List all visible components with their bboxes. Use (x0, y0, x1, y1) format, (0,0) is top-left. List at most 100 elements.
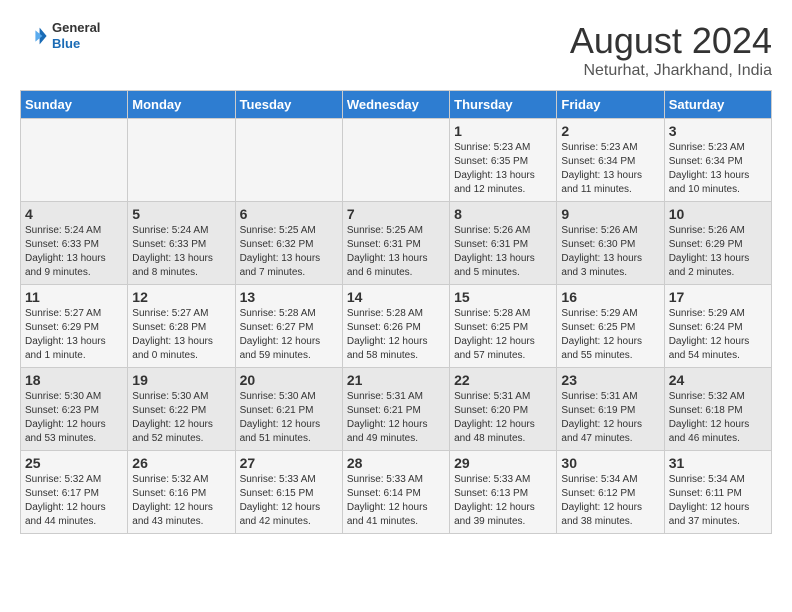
calendar: SundayMondayTuesdayWednesdayThursdayFrid… (20, 90, 772, 534)
day-info: Sunrise: 5:29 AM Sunset: 6:24 PM Dayligh… (669, 307, 767, 363)
day-number: 17 (669, 289, 767, 305)
day-info: Sunrise: 5:34 AM Sunset: 6:12 PM Dayligh… (561, 473, 659, 529)
title-area: August 2024 Neturhat, Jharkhand, India (570, 20, 772, 80)
calendar-cell: 25 Sunrise: 5:32 AM Sunset: 6:17 PM Dayli… (21, 451, 128, 534)
day-info: Sunrise: 5:25 AM Sunset: 6:32 PM Dayligh… (240, 224, 338, 280)
calendar-cell (21, 119, 128, 202)
calendar-cell: 23 Sunrise: 5:31 AM Sunset: 6:19 PM Dayli… (557, 368, 664, 451)
day-info: Sunrise: 5:31 AM Sunset: 6:20 PM Dayligh… (454, 390, 552, 446)
day-info: Sunrise: 5:32 AM Sunset: 6:18 PM Dayligh… (669, 390, 767, 446)
calendar-cell: 21 Sunrise: 5:31 AM Sunset: 6:21 PM Dayli… (342, 368, 449, 451)
day-number: 30 (561, 455, 659, 471)
calendar-header-wednesday: Wednesday (342, 91, 449, 119)
calendar-week-row: 25 Sunrise: 5:32 AM Sunset: 6:17 PM Dayli… (21, 451, 772, 534)
calendar-cell: 20 Sunrise: 5:30 AM Sunset: 6:21 PM Dayli… (235, 368, 342, 451)
main-title: August 2024 (570, 20, 772, 62)
calendar-cell: 22Sunrise: 5:31 AM Sunset: 6:20 PM Dayli… (450, 368, 557, 451)
calendar-cell: 9 Sunrise: 5:26 AM Sunset: 6:30 PM Daylig… (557, 202, 664, 285)
day-info: Sunrise: 5:23 AM Sunset: 6:35 PM Dayligh… (454, 141, 552, 197)
calendar-cell: 26Sunrise: 5:32 AM Sunset: 6:16 PM Dayli… (128, 451, 235, 534)
day-info: Sunrise: 5:24 AM Sunset: 6:33 PM Dayligh… (25, 224, 123, 280)
day-number: 2 (561, 123, 659, 139)
calendar-cell: 10 Sunrise: 5:26 AM Sunset: 6:29 PM Dayli… (664, 202, 771, 285)
day-info: Sunrise: 5:33 AM Sunset: 6:15 PM Dayligh… (240, 473, 338, 529)
day-info: Sunrise: 5:23 AM Sunset: 6:34 PM Dayligh… (561, 141, 659, 197)
day-number: 4 (25, 206, 123, 222)
day-number: 23 (561, 372, 659, 388)
day-number: 10 (669, 206, 767, 222)
calendar-header-monday: Monday (128, 91, 235, 119)
day-info: Sunrise: 5:34 AM Sunset: 6:11 PM Dayligh… (669, 473, 767, 529)
calendar-week-row: 1Sunrise: 5:23 AM Sunset: 6:35 PM Daylig… (21, 119, 772, 202)
calendar-header-tuesday: Tuesday (235, 91, 342, 119)
day-info: Sunrise: 5:24 AM Sunset: 6:33 PM Dayligh… (132, 224, 230, 280)
day-info: Sunrise: 5:30 AM Sunset: 6:23 PM Dayligh… (25, 390, 123, 446)
day-number: 20 (240, 372, 338, 388)
logo-text: General Blue (52, 20, 100, 51)
day-number: 27 (240, 455, 338, 471)
day-info: Sunrise: 5:32 AM Sunset: 6:17 PM Dayligh… (25, 473, 123, 529)
day-info: Sunrise: 5:29 AM Sunset: 6:25 PM Dayligh… (561, 307, 659, 363)
day-info: Sunrise: 5:30 AM Sunset: 6:21 PM Dayligh… (240, 390, 338, 446)
day-number: 14 (347, 289, 445, 305)
calendar-cell (342, 119, 449, 202)
calendar-cell: 14 Sunrise: 5:28 AM Sunset: 6:26 PM Dayli… (342, 285, 449, 368)
day-info: Sunrise: 5:28 AM Sunset: 6:25 PM Dayligh… (454, 307, 552, 363)
day-number: 11 (25, 289, 123, 305)
day-number: 29 (454, 455, 552, 471)
calendar-cell: 18 Sunrise: 5:30 AM Sunset: 6:23 PM Dayli… (21, 368, 128, 451)
calendar-cell: 4 Sunrise: 5:24 AM Sunset: 6:33 PM Daylig… (21, 202, 128, 285)
calendar-cell: 6 Sunrise: 5:25 AM Sunset: 6:32 PM Daylig… (235, 202, 342, 285)
calendar-cell: 15 Sunrise: 5:28 AM Sunset: 6:25 PM Dayli… (450, 285, 557, 368)
day-info: Sunrise: 5:32 AM Sunset: 6:16 PM Dayligh… (132, 473, 230, 529)
day-number: 7 (347, 206, 445, 222)
day-info: Sunrise: 5:25 AM Sunset: 6:31 PM Dayligh… (347, 224, 445, 280)
calendar-cell: 16 Sunrise: 5:29 AM Sunset: 6:25 PM Dayli… (557, 285, 664, 368)
logo-icon (20, 22, 48, 50)
calendar-header-friday: Friday (557, 91, 664, 119)
day-number: 9 (561, 206, 659, 222)
calendar-header-sunday: Sunday (21, 91, 128, 119)
day-info: Sunrise: 5:26 AM Sunset: 6:29 PM Dayligh… (669, 224, 767, 280)
calendar-cell (235, 119, 342, 202)
calendar-header-saturday: Saturday (664, 91, 771, 119)
day-info: Sunrise: 5:31 AM Sunset: 6:21 PM Dayligh… (347, 390, 445, 446)
subtitle: Neturhat, Jharkhand, India (570, 62, 772, 80)
calendar-cell: 19 Sunrise: 5:30 AM Sunset: 6:22 PM Dayli… (128, 368, 235, 451)
day-info: Sunrise: 5:31 AM Sunset: 6:19 PM Dayligh… (561, 390, 659, 446)
logo: General Blue (20, 20, 100, 51)
calendar-cell: 5Sunrise: 5:24 AM Sunset: 6:33 PM Daylig… (128, 202, 235, 285)
day-number: 18 (25, 372, 123, 388)
calendar-cell (128, 119, 235, 202)
day-number: 15 (454, 289, 552, 305)
calendar-cell: 8Sunrise: 5:26 AM Sunset: 6:31 PM Daylig… (450, 202, 557, 285)
day-number: 16 (561, 289, 659, 305)
calendar-cell: 1Sunrise: 5:23 AM Sunset: 6:35 PM Daylig… (450, 119, 557, 202)
day-info: Sunrise: 5:28 AM Sunset: 6:26 PM Dayligh… (347, 307, 445, 363)
day-number: 28 (347, 455, 445, 471)
logo-general-text: General (52, 20, 100, 36)
calendar-cell: 30 Sunrise: 5:34 AM Sunset: 6:12 PM Dayli… (557, 451, 664, 534)
day-number: 6 (240, 206, 338, 222)
calendar-cell: 3Sunrise: 5:23 AM Sunset: 6:34 PM Daylig… (664, 119, 771, 202)
calendar-week-row: 18 Sunrise: 5:30 AM Sunset: 6:23 PM Dayli… (21, 368, 772, 451)
calendar-cell: 13Sunrise: 5:28 AM Sunset: 6:27 PM Dayli… (235, 285, 342, 368)
logo-blue-text: Blue (52, 36, 100, 52)
day-info: Sunrise: 5:33 AM Sunset: 6:13 PM Dayligh… (454, 473, 552, 529)
calendar-cell: 17 Sunrise: 5:29 AM Sunset: 6:24 PM Dayli… (664, 285, 771, 368)
header: General Blue August 2024 Neturhat, Jhark… (20, 20, 772, 80)
day-info: Sunrise: 5:33 AM Sunset: 6:14 PM Dayligh… (347, 473, 445, 529)
day-number: 21 (347, 372, 445, 388)
day-info: Sunrise: 5:26 AM Sunset: 6:30 PM Dayligh… (561, 224, 659, 280)
day-number: 12 (132, 289, 230, 305)
calendar-cell: 27 Sunrise: 5:33 AM Sunset: 6:15 PM Dayli… (235, 451, 342, 534)
calendar-header-row: SundayMondayTuesdayWednesdayThursdayFrid… (21, 91, 772, 119)
calendar-cell: 7 Sunrise: 5:25 AM Sunset: 6:31 PM Daylig… (342, 202, 449, 285)
day-info: Sunrise: 5:26 AM Sunset: 6:31 PM Dayligh… (454, 224, 552, 280)
calendar-header-thursday: Thursday (450, 91, 557, 119)
day-number: 3 (669, 123, 767, 139)
day-number: 19 (132, 372, 230, 388)
day-number: 13 (240, 289, 338, 305)
day-number: 25 (25, 455, 123, 471)
day-info: Sunrise: 5:30 AM Sunset: 6:22 PM Dayligh… (132, 390, 230, 446)
